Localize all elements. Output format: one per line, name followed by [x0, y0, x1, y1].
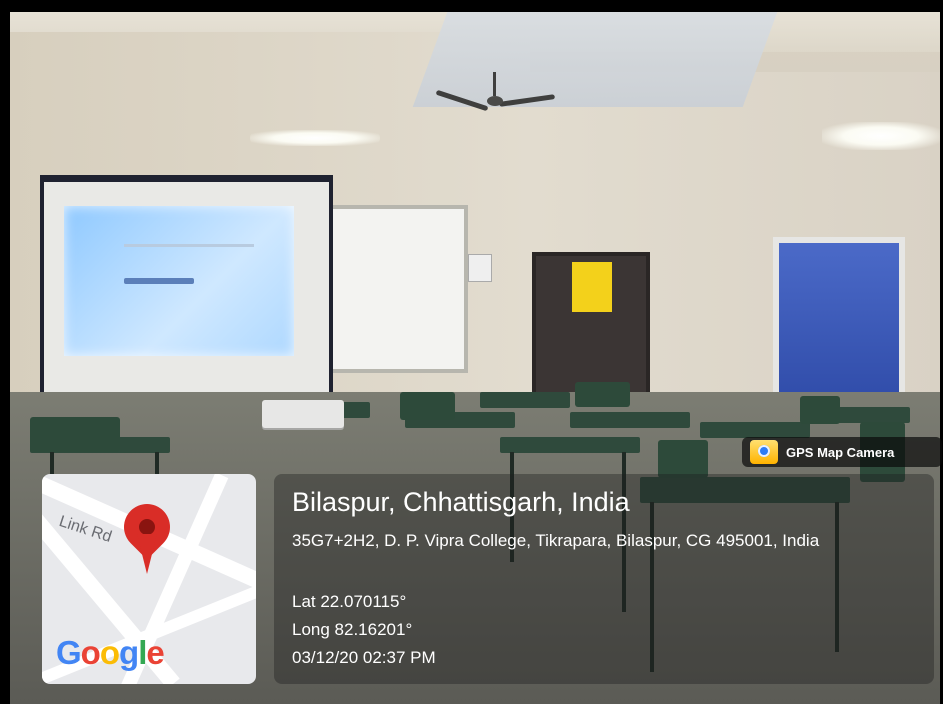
google-letter: g	[119, 634, 139, 671]
chair	[575, 382, 630, 407]
timestamp-text: 03/12/20 02:37 PM	[292, 648, 436, 667]
google-letter: o	[99, 634, 120, 671]
google-letter: e	[146, 634, 164, 671]
desk	[500, 437, 640, 453]
fan-blade	[498, 94, 556, 107]
google-letter: G	[56, 634, 82, 671]
address-text: 35G7+2H2, D. P. Vipra College, Tikrapara…	[292, 531, 820, 550]
doorway	[532, 252, 650, 400]
fan-rod	[493, 72, 496, 96]
map-pin-tip	[137, 534, 157, 574]
fan-blade	[435, 89, 489, 112]
projected-bar	[124, 278, 194, 284]
longitude-text: Long 82.16201°	[292, 620, 413, 639]
ceiling-fan	[435, 72, 556, 122]
wall-switch	[468, 254, 492, 282]
notice-board	[572, 262, 612, 312]
projector-screen	[40, 175, 333, 412]
brand-label: GPS Map Camera	[786, 444, 895, 460]
google-letter: o	[80, 634, 101, 671]
projected-display	[64, 206, 294, 356]
fan-hub	[487, 96, 503, 106]
google-letter: l	[138, 634, 147, 671]
chair	[658, 440, 708, 478]
tube-light-left	[250, 130, 380, 146]
gps-map-camera-badge: GPS Map Camera	[742, 437, 942, 467]
latitude-text: Lat 22.070115°	[292, 592, 407, 611]
desk	[700, 422, 810, 438]
window	[773, 237, 905, 414]
photo-frame: GPS Map Camera Link Rd Google Bilaspur, …	[0, 0, 943, 704]
desk	[570, 412, 690, 428]
tube-light-right	[822, 122, 940, 150]
desk	[480, 392, 570, 408]
projected-line	[124, 244, 254, 247]
chair	[800, 396, 840, 424]
chair	[400, 392, 455, 420]
gps-map-camera-icon	[750, 440, 778, 464]
google-logo: Google	[56, 634, 165, 672]
location-map-thumbnail: Link Rd Google	[42, 474, 256, 684]
projector-device	[262, 400, 344, 428]
location-title: Bilaspur, Chhattisgarh, India	[292, 487, 630, 517]
chair	[30, 417, 120, 452]
